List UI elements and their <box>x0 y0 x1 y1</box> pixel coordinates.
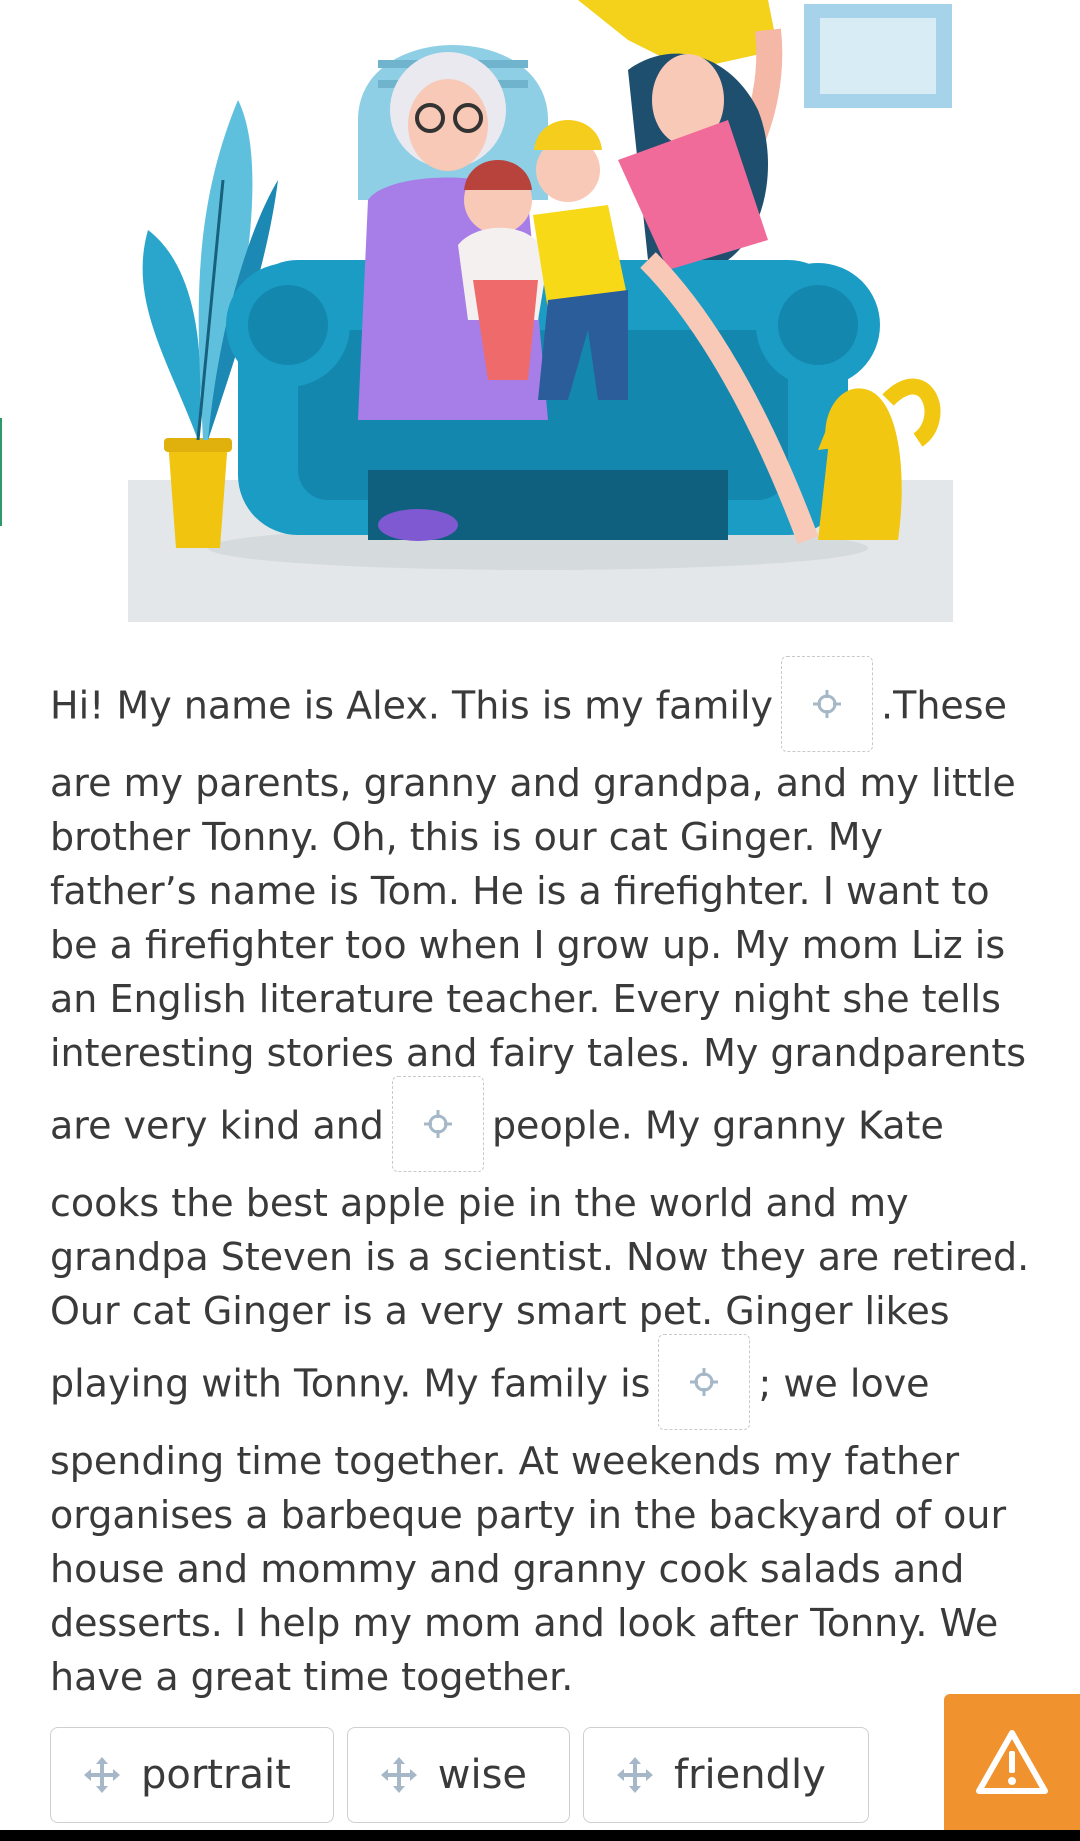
option-label: friendly <box>674 1752 826 1798</box>
family-illustration <box>128 0 953 622</box>
option-label: wise <box>437 1752 528 1798</box>
move-icon <box>380 1757 417 1793</box>
report-problem-button[interactable] <box>944 1694 1080 1830</box>
passage-text: .These <box>881 683 1007 728</box>
option-friendly[interactable]: friendly <box>583 1727 869 1823</box>
warning-icon <box>976 1730 1048 1794</box>
left-edge-marker <box>0 418 2 526</box>
passage-text: Hi! My name is Alex. This is my family <box>50 683 774 728</box>
passage-line-4: spending time together. At weekends my f… <box>50 1439 1007 1699</box>
drop-slot-2[interactable] <box>391 1076 484 1172</box>
reading-passage: Hi! My name is Alex. This is my family .T… <box>50 656 1040 1704</box>
passage-line-3: cooks the best apple pie in the world an… <box>50 1176 1040 1434</box>
passage-text: ; we love <box>758 1361 930 1406</box>
passage-line-1: Hi! My name is Alex. This is my family .T… <box>50 656 1040 756</box>
option-wise[interactable]: wise <box>346 1727 571 1823</box>
bottom-bar <box>0 1830 1080 1841</box>
answer-options: portrait wise friendly <box>50 1727 869 1823</box>
option-portrait[interactable]: portrait <box>50 1727 334 1823</box>
drop-slot-3[interactable] <box>658 1334 751 1430</box>
option-label: portrait <box>141 1752 291 1798</box>
move-icon <box>617 1757 654 1793</box>
crosshair-icon <box>690 1368 719 1396</box>
drop-slot-1[interactable] <box>781 656 874 752</box>
move-icon <box>84 1757 120 1793</box>
crosshair-icon <box>423 1110 452 1138</box>
passage-line-2: are my parents, granny and grandpa, and … <box>50 756 1040 1176</box>
passage-text: are my parents, granny and grandpa, and … <box>50 761 1027 1148</box>
passage-text: people. My granny Kate <box>491 1103 944 1148</box>
crosshair-icon <box>813 690 842 718</box>
